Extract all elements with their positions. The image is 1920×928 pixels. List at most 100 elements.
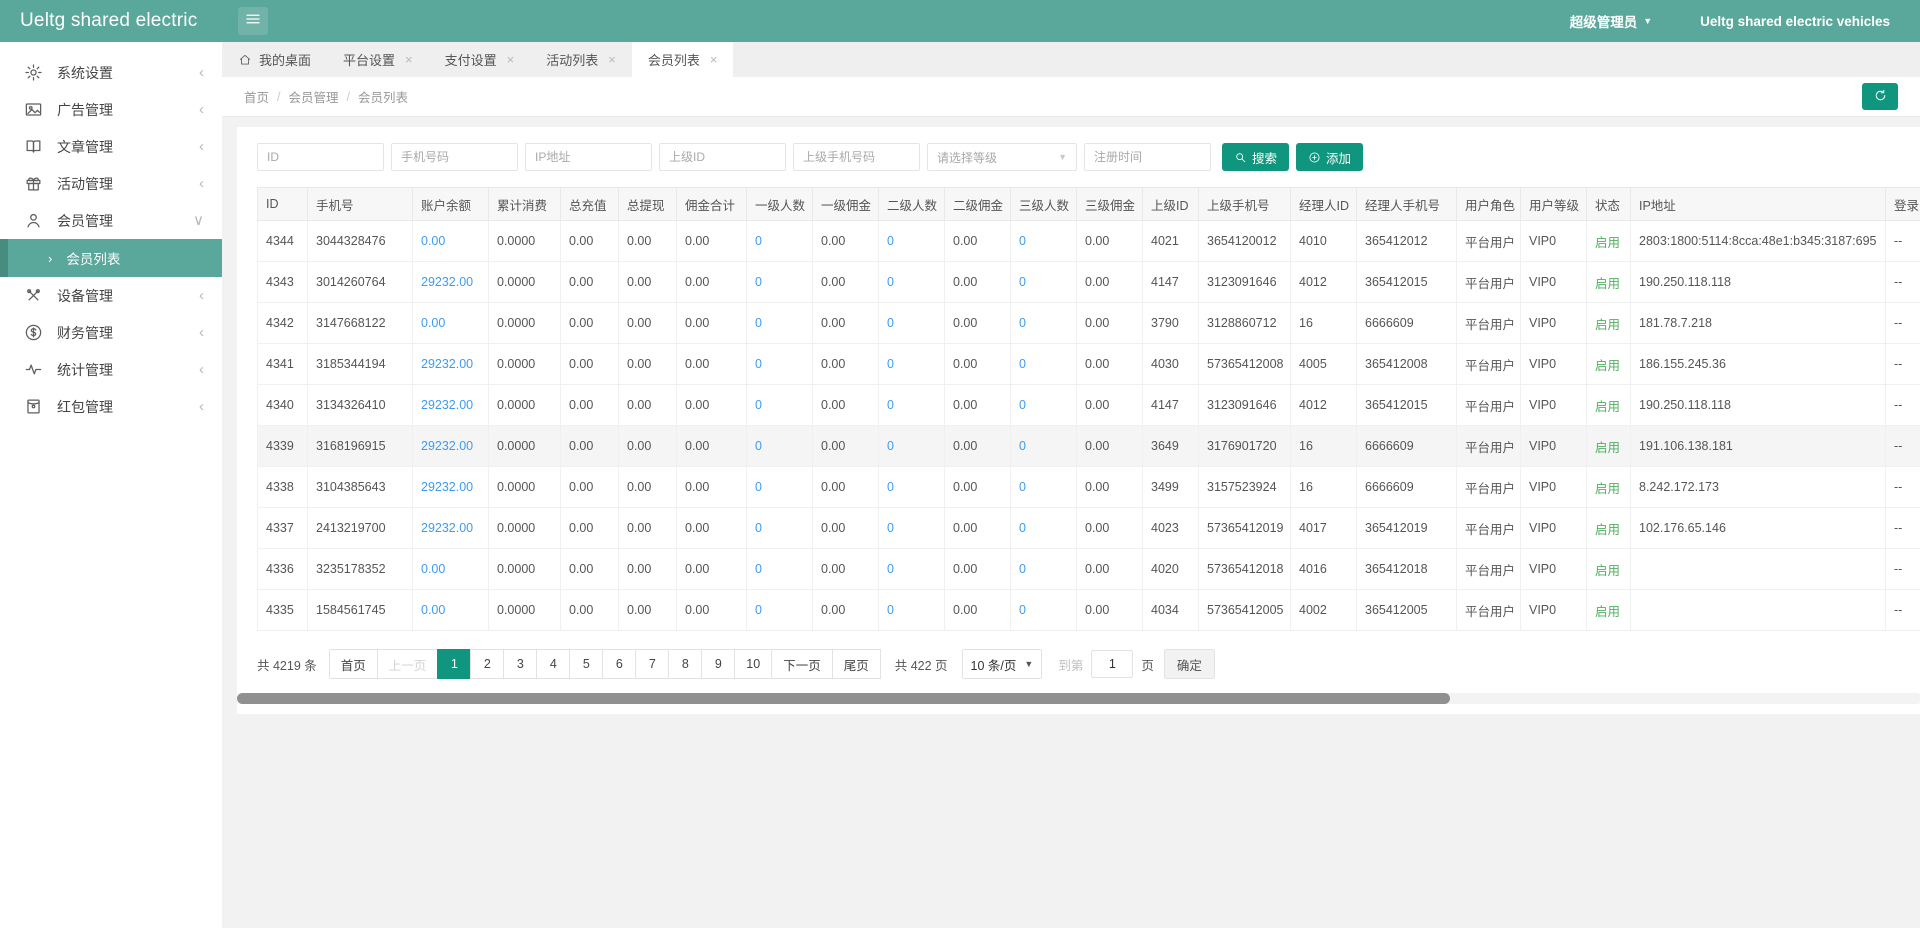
horizontal-scrollbar-thumb[interactable] [237, 693, 1450, 704]
cell-balance[interactable]: 29232.00 [413, 426, 489, 467]
pagination-page-2[interactable]: 2 [470, 649, 504, 679]
pagination-first-button[interactable]: 首页 [329, 649, 378, 679]
cell-status[interactable]: 启用 [1587, 508, 1631, 549]
sidebar-item-members[interactable]: 会员管理∨ [0, 202, 222, 239]
cell-l1_count[interactable]: 0 [747, 508, 813, 549]
cell-balance[interactable]: 0.00 [413, 590, 489, 631]
filter-level-select[interactable]: 请选择等级▼ [927, 143, 1077, 171]
close-icon[interactable]: × [710, 52, 718, 67]
cell-l2_count[interactable]: 0 [879, 426, 945, 467]
close-icon[interactable]: × [608, 52, 616, 67]
cell-l3_count[interactable]: 0 [1011, 467, 1077, 508]
cell-status[interactable]: 启用 [1587, 467, 1631, 508]
filter-phone-input[interactable] [391, 143, 518, 171]
pagination-page-5[interactable]: 5 [569, 649, 603, 679]
cell-l3_count[interactable]: 0 [1011, 508, 1077, 549]
sidebar-item-devices[interactable]: 设备管理‹ [0, 277, 222, 314]
cell-l2_count[interactable]: 0 [879, 467, 945, 508]
pagination-page-6[interactable]: 6 [602, 649, 636, 679]
tab-platform-settings[interactable]: 平台设置× [327, 42, 429, 77]
cell-l2_count[interactable]: 0 [879, 508, 945, 549]
cell-balance[interactable]: 29232.00 [413, 344, 489, 385]
cell-l1_count[interactable]: 0 [747, 344, 813, 385]
goto-page-input[interactable] [1091, 650, 1133, 678]
cell-l2_count[interactable]: 0 [879, 262, 945, 303]
cell-l3_count[interactable]: 0 [1011, 426, 1077, 467]
filter-id-input[interactable] [257, 143, 384, 171]
tab-member-list[interactable]: 会员列表× [632, 42, 734, 77]
cell-status[interactable]: 启用 [1587, 549, 1631, 590]
cell-status[interactable]: 启用 [1587, 590, 1631, 631]
cell-l3_count[interactable]: 0 [1011, 549, 1077, 590]
cell-balance[interactable]: 0.00 [413, 303, 489, 344]
close-icon[interactable]: × [507, 52, 515, 67]
cell-l1_count[interactable]: 0 [747, 426, 813, 467]
add-button[interactable]: 添加 [1296, 143, 1363, 171]
pagination-page-4[interactable]: 4 [536, 649, 570, 679]
cell-l2_count[interactable]: 0 [879, 549, 945, 590]
cell-l2_count[interactable]: 0 [879, 221, 945, 262]
tab-payment-settings[interactable]: 支付设置× [429, 42, 531, 77]
refresh-button[interactable] [1862, 83, 1898, 110]
cell-status[interactable]: 启用 [1587, 303, 1631, 344]
cell-l1_count[interactable]: 0 [747, 221, 813, 262]
cell-l1_count[interactable]: 0 [747, 385, 813, 426]
admin-dropdown[interactable]: 超级管理员 ▼ [1570, 11, 1652, 31]
close-icon[interactable]: × [405, 52, 413, 67]
pagination-page-9[interactable]: 9 [701, 649, 735, 679]
cell-l1_count[interactable]: 0 [747, 262, 813, 303]
cell-status[interactable]: 启用 [1587, 426, 1631, 467]
cell-balance[interactable]: 29232.00 [413, 385, 489, 426]
cell-balance[interactable]: 0.00 [413, 549, 489, 590]
cell-balance[interactable]: 29232.00 [413, 467, 489, 508]
cell-l2_count[interactable]: 0 [879, 590, 945, 631]
sidebar-item-ads[interactable]: 广告管理‹ [0, 91, 222, 128]
tab-desktop[interactable]: 我的桌面 [222, 42, 327, 77]
cell-status[interactable]: 启用 [1587, 385, 1631, 426]
search-button[interactable]: 搜索 [1222, 143, 1289, 171]
sidebar-item-system[interactable]: 系统设置‹ [0, 54, 222, 91]
per-page-select[interactable]: 10 条/页▼ [962, 649, 1043, 679]
horizontal-scrollbar-track[interactable] [237, 693, 1920, 704]
pagination-page-10[interactable]: 10 [734, 649, 772, 679]
breadcrumb-home[interactable]: 首页 [244, 87, 269, 106]
cell-l3_count[interactable]: 0 [1011, 590, 1077, 631]
cell-l2_count[interactable]: 0 [879, 303, 945, 344]
menu-toggle-button[interactable] [238, 7, 268, 35]
cell-balance[interactable]: 29232.00 [413, 262, 489, 303]
pagination-page-1[interactable]: 1 [437, 649, 471, 679]
breadcrumb-section[interactable]: 会员管理 [289, 87, 339, 106]
cell-l1_count[interactable]: 0 [747, 590, 813, 631]
cell-status[interactable]: 启用 [1587, 221, 1631, 262]
cell-status[interactable]: 启用 [1587, 344, 1631, 385]
cell-balance[interactable]: 29232.00 [413, 508, 489, 549]
cell-l3_count[interactable]: 0 [1011, 262, 1077, 303]
sidebar-item-redpacket[interactable]: 红包管理‹ [0, 388, 222, 425]
cell-l2_count[interactable]: 0 [879, 344, 945, 385]
filter-regtime-input[interactable] [1084, 143, 1211, 171]
goto-confirm-button[interactable]: 确定 [1164, 649, 1215, 679]
cell-l3_count[interactable]: 0 [1011, 344, 1077, 385]
pagination-page-8[interactable]: 8 [668, 649, 702, 679]
filter-ip-input[interactable] [525, 143, 652, 171]
cell-l1_count[interactable]: 0 [747, 549, 813, 590]
pagination-prev-button[interactable]: 上一页 [377, 649, 439, 679]
pagination-last-button[interactable]: 尾页 [832, 649, 881, 679]
cell-l2_count[interactable]: 0 [879, 385, 945, 426]
pagination-page-3[interactable]: 3 [503, 649, 537, 679]
tab-activity-list[interactable]: 活动列表× [530, 42, 632, 77]
sidebar-item-stats[interactable]: 统计管理‹ [0, 351, 222, 388]
cell-l3_count[interactable]: 0 [1011, 221, 1077, 262]
sidebar-item-finance[interactable]: 财务管理‹ [0, 314, 222, 351]
cell-balance[interactable]: 0.00 [413, 221, 489, 262]
cell-l1_count[interactable]: 0 [747, 303, 813, 344]
filter-parent-phone-input[interactable] [793, 143, 920, 171]
pagination-page-7[interactable]: 7 [635, 649, 669, 679]
cell-status[interactable]: 启用 [1587, 262, 1631, 303]
sidebar-item-activities[interactable]: 活动管理‹ [0, 165, 222, 202]
pagination-next-button[interactable]: 下一页 [771, 649, 833, 679]
filter-parent-id-input[interactable] [659, 143, 786, 171]
sidebar-subitem-member-list[interactable]: ›会员列表 [0, 239, 222, 277]
cell-l1_count[interactable]: 0 [747, 467, 813, 508]
sidebar-item-articles[interactable]: 文章管理‹ [0, 128, 222, 165]
